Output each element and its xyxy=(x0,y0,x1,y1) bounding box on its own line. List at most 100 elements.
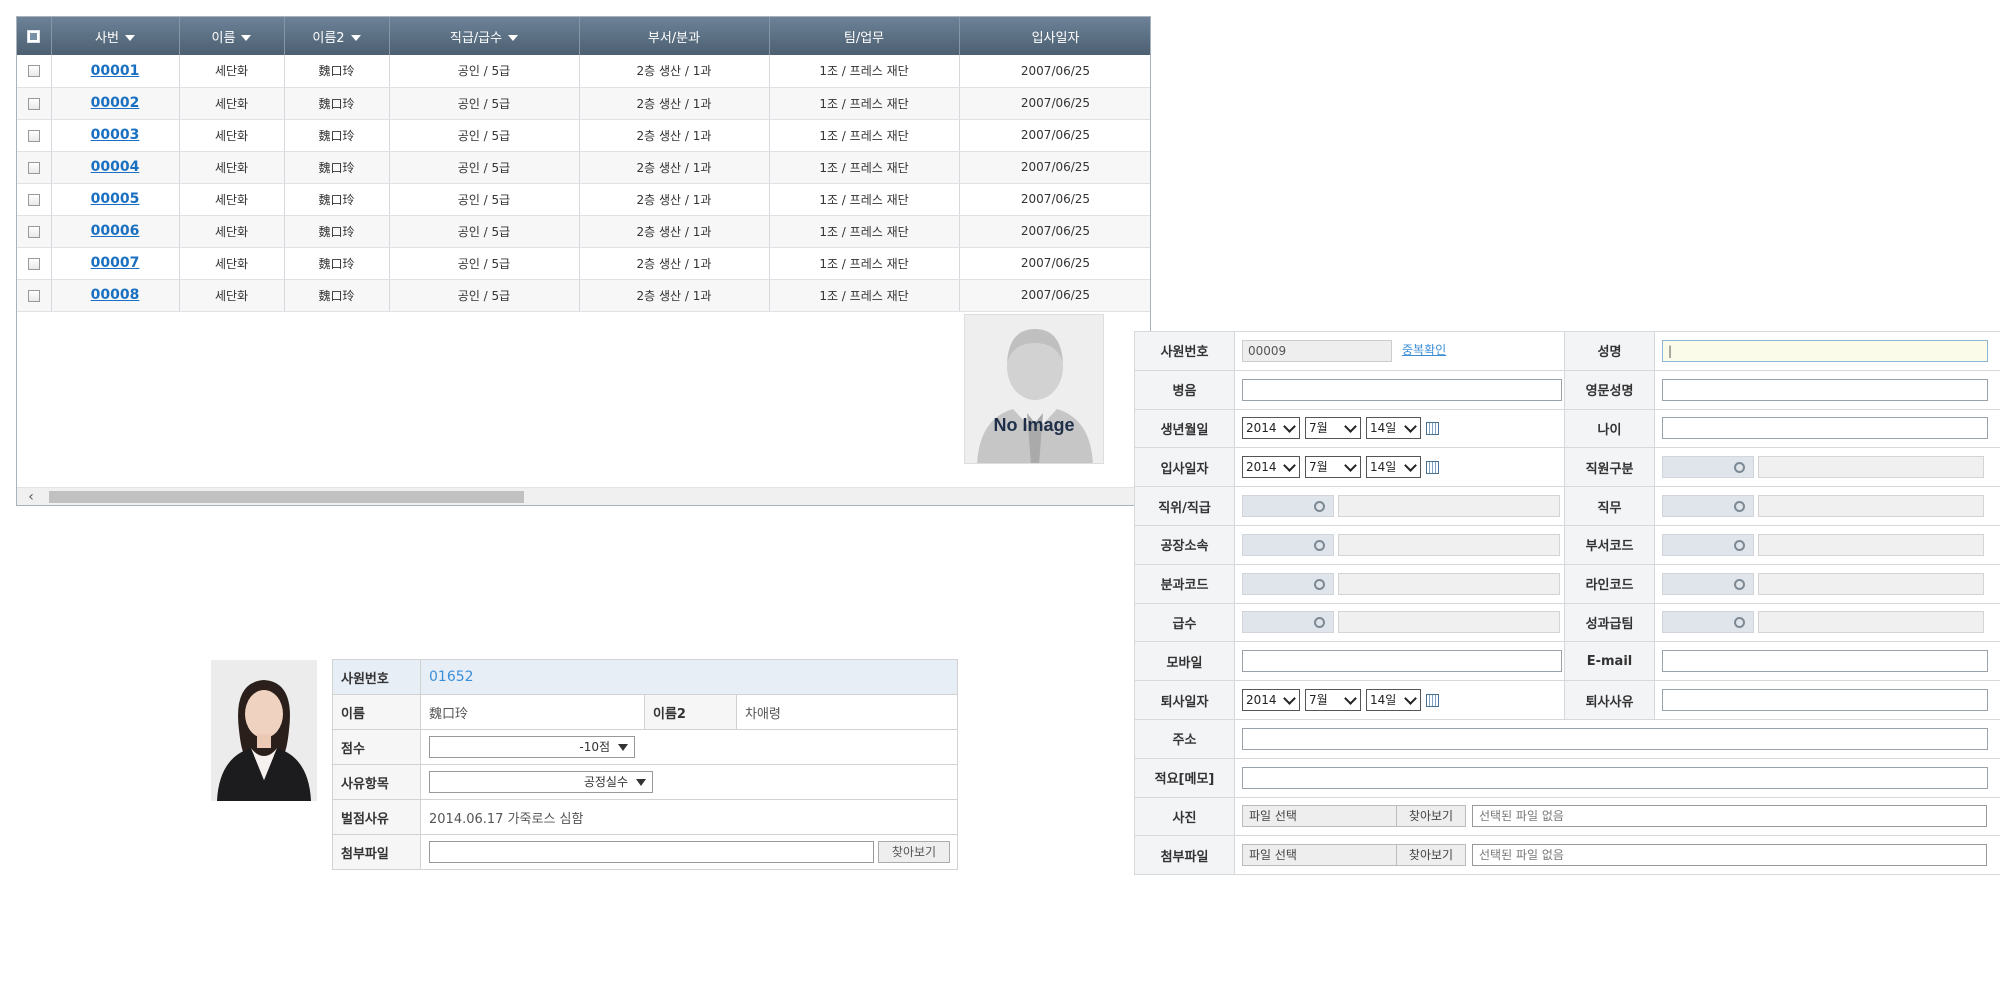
table-row[interactable]: 00008 세단화 魏口玲 공인 / 5급 2층 생산 / 1과 1조 / 프레… xyxy=(17,279,1150,312)
scroll-left-icon[interactable]: ‹ xyxy=(23,489,39,505)
row-checkbox[interactable] xyxy=(27,65,40,78)
birth-month-select[interactable]: 7월 xyxy=(1305,417,1361,440)
calendar-icon[interactable] xyxy=(1426,421,1439,435)
photo-file-select[interactable]: 파일 선택 xyxy=(1242,805,1397,828)
resign-reason-input[interactable] xyxy=(1662,689,1988,712)
emp-no-link[interactable]: 00008 xyxy=(91,287,140,303)
table-header-row: 사번 이름 이름2 직급/급수 부서/분과 팀/업무 입사일자 xyxy=(17,17,1150,55)
hire-day-select[interactable]: 14일 xyxy=(1366,456,1421,479)
grade-lookup-button[interactable] xyxy=(1242,611,1334,634)
row-select-cell[interactable] xyxy=(17,119,52,152)
hire-month-select[interactable]: 7월 xyxy=(1305,456,1361,479)
attach-browse-button[interactable]: 찾아보기 xyxy=(1396,844,1466,867)
pinyin-input[interactable] xyxy=(1242,378,1562,401)
emp-no-cell: 00007 xyxy=(51,247,180,280)
emp-no-link[interactable]: 00003 xyxy=(91,127,140,143)
perf-team-lookup-button[interactable] xyxy=(1662,611,1754,634)
score-select[interactable]: -10점 xyxy=(429,736,635,758)
duplicate-check-link[interactable]: 중복확인 xyxy=(1402,343,1446,357)
emp-no-link[interactable]: 00007 xyxy=(91,255,140,271)
attach-file-select[interactable]: 파일 선택 xyxy=(1242,844,1397,867)
emp-no-cell: 00001 xyxy=(51,55,180,88)
calendar-icon[interactable] xyxy=(1426,460,1439,474)
reason-item-select[interactable]: 공정실수 xyxy=(429,771,653,793)
penalty-row-reason-item: 사유항목 공정실수 xyxy=(332,764,959,800)
table-row[interactable]: 00002 세단화 魏口玲 공인 / 5급 2층 생산 / 1과 1조 / 프레… xyxy=(17,87,1150,120)
table-row[interactable]: 00004 세단화 魏口玲 공인 / 5급 2층 생산 / 1과 1조 / 프레… xyxy=(17,151,1150,184)
table-row[interactable]: 00006 세단화 魏口玲 공인 / 5급 2층 생산 / 1과 1조 / 프레… xyxy=(17,215,1150,248)
resign-year-select[interactable]: 2014 xyxy=(1242,689,1300,712)
age-input[interactable] xyxy=(1662,417,1988,440)
factory-lookup-button[interactable] xyxy=(1242,533,1334,556)
row-checkbox[interactable] xyxy=(27,257,40,270)
emp-no-link[interactable]: 00005 xyxy=(91,191,140,207)
table-row[interactable]: 00003 세단화 魏口玲 공인 / 5급 2층 생산 / 1과 1조 / 프레… xyxy=(17,119,1150,152)
select-all-checkbox[interactable] xyxy=(27,29,41,43)
birth-day-select[interactable]: 14일 xyxy=(1366,417,1421,440)
row-checkbox[interactable] xyxy=(27,289,40,302)
dept-cell: 2층 생산 / 1과 xyxy=(579,247,770,280)
row-checkbox[interactable] xyxy=(27,161,40,174)
duty-lookup-button[interactable] xyxy=(1662,495,1754,518)
sort-down-icon[interactable] xyxy=(241,35,252,41)
row-checkbox[interactable] xyxy=(27,225,40,238)
emp-no-link[interactable]: 00001 xyxy=(91,63,140,79)
emp-no-link[interactable]: 00002 xyxy=(91,95,140,111)
birth-year-select[interactable]: 2014 xyxy=(1242,417,1300,440)
row-select-cell[interactable] xyxy=(17,247,52,280)
row-checkbox[interactable] xyxy=(27,129,40,142)
row-select-cell[interactable] xyxy=(17,183,52,216)
row-checkbox[interactable] xyxy=(27,193,40,206)
row-select-cell[interactable] xyxy=(17,55,52,88)
resign-month-select[interactable]: 7월 xyxy=(1305,689,1361,712)
scrollbar-thumb[interactable] xyxy=(49,491,524,503)
emp-no-input[interactable]: 00009 xyxy=(1242,339,1392,362)
dept-code-lookup-button[interactable] xyxy=(1662,533,1754,556)
photo-file-name: 선택된 파일 없음 xyxy=(1472,805,1987,828)
column-header-name2[interactable]: 이름2 xyxy=(284,17,390,55)
grade-cell: 공인 / 5급 xyxy=(389,247,580,280)
column-label: 팀/업무 xyxy=(843,30,885,46)
attach-file-input[interactable] xyxy=(429,841,874,863)
table-row[interactable]: 00001 세단화 魏口玲 공인 / 5급 2층 생산 / 1과 1조 / 프레… xyxy=(17,55,1150,88)
no-image-placeholder: No Image xyxy=(964,314,1104,464)
form-row: 모바일 E-mail xyxy=(1134,641,2000,682)
sort-down-icon[interactable] xyxy=(508,35,519,41)
address-input[interactable] xyxy=(1242,727,1988,750)
calendar-icon[interactable] xyxy=(1426,693,1439,707)
table-row[interactable]: 00007 세단화 魏口玲 공인 / 5급 2층 생산 / 1과 1조 / 프레… xyxy=(17,247,1150,280)
position-lookup-button[interactable] xyxy=(1242,495,1334,518)
browse-button[interactable]: 찾아보기 xyxy=(878,841,950,863)
emp-no-link[interactable]: 00006 xyxy=(91,223,140,239)
label: 벌점사유 xyxy=(332,799,421,835)
section-code-lookup-button[interactable] xyxy=(1242,572,1334,595)
row-select-cell[interactable] xyxy=(17,215,52,248)
english-name-input[interactable] xyxy=(1662,378,1988,401)
hire-year-select[interactable]: 2014 xyxy=(1242,456,1300,479)
horizontal-scrollbar[interactable]: ‹ › xyxy=(17,487,1150,505)
column-header-name[interactable]: 이름 xyxy=(179,17,285,55)
column-header-dept: 부서/분과 xyxy=(579,17,770,55)
dept-code-input xyxy=(1758,533,1985,556)
mobile-input[interactable] xyxy=(1242,650,1562,673)
sort-down-icon[interactable] xyxy=(124,35,135,41)
row-checkbox[interactable] xyxy=(27,97,40,110)
resign-day-select[interactable]: 14일 xyxy=(1366,689,1421,712)
name-input[interactable]: | xyxy=(1662,339,1988,362)
select-all-header[interactable] xyxy=(17,17,52,55)
emp-type-lookup-button[interactable] xyxy=(1662,456,1754,479)
column-header-emp-no[interactable]: 사번 xyxy=(51,17,180,55)
emp-no-link[interactable]: 00004 xyxy=(91,159,140,175)
row-select-cell[interactable] xyxy=(17,279,52,312)
column-header-grade[interactable]: 직급/급수 xyxy=(389,17,580,55)
row-select-cell[interactable] xyxy=(17,87,52,120)
row-select-cell[interactable] xyxy=(17,151,52,184)
sort-down-icon[interactable] xyxy=(350,35,361,41)
line-code-lookup-button[interactable] xyxy=(1662,572,1754,595)
label: 직위/직급 xyxy=(1134,486,1235,526)
photo-browse-button[interactable]: 찾아보기 xyxy=(1396,805,1466,828)
name2-cell: 魏口玲 xyxy=(284,183,390,216)
email-input[interactable] xyxy=(1662,650,1988,673)
table-row[interactable]: 00005 세단화 魏口玲 공인 / 5급 2층 생산 / 1과 1조 / 프레… xyxy=(17,183,1150,216)
memo-input[interactable] xyxy=(1242,766,1988,789)
